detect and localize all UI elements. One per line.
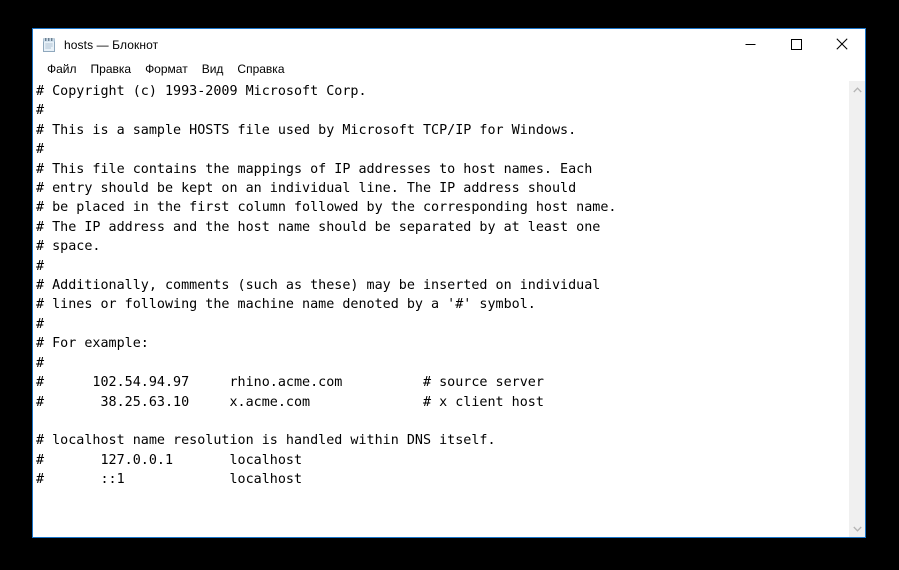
hosts-file-text[interactable]: # Copyright (c) 1993-2009 Microsoft Corp… bbox=[36, 82, 848, 490]
notepad-window: hosts — Блокнот Файл Правка Формат Вид С… bbox=[32, 28, 866, 538]
editor-area: # Copyright (c) 1993-2009 Microsoft Corp… bbox=[33, 80, 865, 537]
menu-item-file[interactable]: Файл bbox=[40, 60, 84, 79]
menu-item-edit[interactable]: Правка bbox=[84, 60, 139, 79]
scroll-down-arrow-icon[interactable] bbox=[849, 520, 866, 537]
menu-item-help[interactable]: Справка bbox=[230, 60, 291, 79]
scrollbar-track[interactable] bbox=[848, 98, 865, 520]
menu-bar: Файл Правка Формат Вид Справка bbox=[33, 59, 865, 80]
close-button[interactable] bbox=[819, 29, 865, 59]
text-editor[interactable]: # Copyright (c) 1993-2009 Microsoft Corp… bbox=[33, 81, 848, 537]
menu-item-format[interactable]: Формат bbox=[138, 60, 195, 79]
menu-item-view[interactable]: Вид bbox=[195, 60, 231, 79]
title-bar[interactable]: hosts — Блокнот bbox=[33, 29, 865, 59]
minimize-button[interactable] bbox=[727, 29, 773, 59]
scroll-up-arrow-icon[interactable] bbox=[849, 81, 866, 98]
notepad-icon bbox=[41, 37, 57, 53]
maximize-button[interactable] bbox=[773, 29, 819, 59]
window-title: hosts — Блокнот bbox=[64, 38, 159, 52]
window-controls bbox=[727, 29, 865, 59]
vertical-scrollbar[interactable] bbox=[848, 81, 865, 537]
